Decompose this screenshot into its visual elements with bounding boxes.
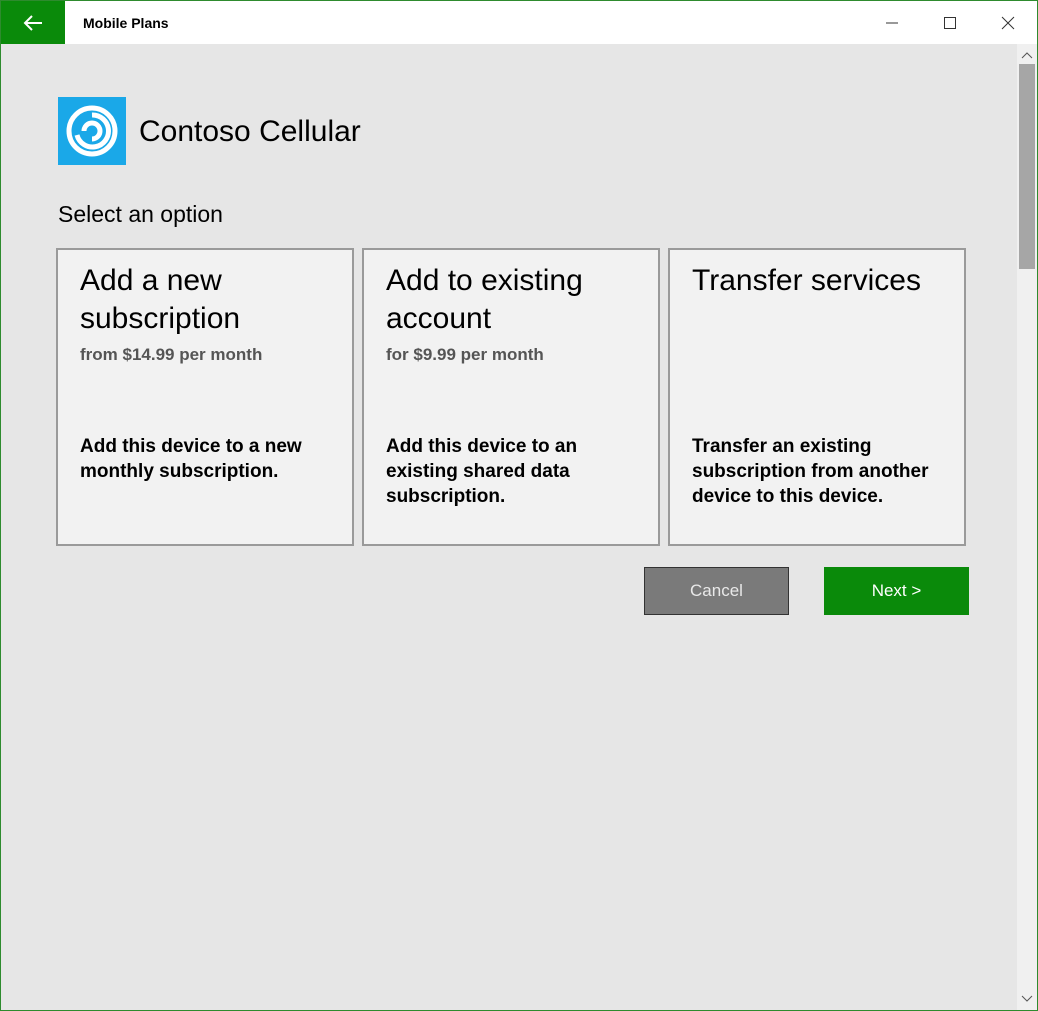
scroll-up-button[interactable] — [1017, 46, 1037, 64]
next-button[interactable]: Next > — [824, 567, 969, 615]
cancel-button[interactable]: Cancel — [644, 567, 789, 615]
section-title: Select an option — [58, 201, 223, 227]
option-description: Add this device to an existing shared da… — [386, 436, 578, 507]
chevron-down-icon — [1021, 995, 1033, 1002]
window-title: Mobile Plans — [83, 15, 169, 31]
option-title: Add a new subscription — [80, 264, 241, 335]
scroll-down-button[interactable] — [1017, 990, 1037, 1008]
close-button[interactable] — [979, 1, 1037, 44]
back-button[interactable] — [1, 1, 65, 44]
maximize-icon — [944, 16, 956, 29]
minimize-button[interactable] — [863, 1, 921, 44]
close-icon — [1001, 16, 1015, 29]
option-description: Transfer an existing subscription from a… — [692, 436, 929, 507]
option-title: Transfer services — [692, 264, 921, 297]
option-card-existing-account[interactable]: Add to existing account for $9.99 per mo… — [362, 248, 660, 546]
chevron-up-icon — [1021, 52, 1033, 59]
option-price: for $9.99 per month — [386, 345, 544, 364]
maximize-button[interactable] — [921, 1, 979, 44]
option-card-transfer-services[interactable]: Transfer services Transfer an existing s… — [668, 248, 966, 546]
minimize-icon — [886, 22, 898, 23]
title-bar: Mobile Plans — [1, 1, 1037, 44]
option-description: Add this device to a new monthly subscri… — [80, 436, 302, 482]
app-window: Mobile Plans Contoso Cellular Select an … — [0, 0, 1038, 1011]
scrollbar-thumb[interactable] — [1019, 64, 1035, 269]
option-title: Add to existing account — [386, 264, 583, 335]
option-price: from $14.99 per month — [80, 345, 263, 364]
contoso-logo-icon — [66, 105, 118, 157]
option-card-new-subscription[interactable]: Add a new subscription from $14.99 per m… — [56, 248, 354, 546]
vertical-scrollbar[interactable] — [1017, 44, 1037, 1010]
carrier-logo — [58, 97, 126, 165]
back-arrow-icon — [23, 14, 42, 31]
carrier-name: Contoso Cellular — [139, 115, 361, 148]
